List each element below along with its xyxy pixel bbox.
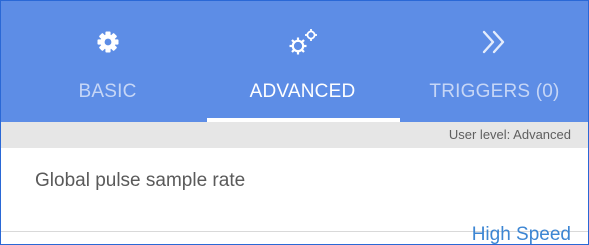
gear-icon bbox=[97, 31, 118, 53]
tab-triggers[interactable]: TRIGGERS (0) bbox=[398, 1, 588, 122]
user-level-text: User level: Advanced bbox=[448, 127, 571, 142]
setting-value: High Speed bbox=[471, 224, 571, 245]
user-level-bar: User level: Advanced bbox=[1, 122, 588, 148]
tab-label: BASIC bbox=[78, 81, 137, 102]
app-frame: BASIC ADVANCED TRIGGERS (0) User level: … bbox=[0, 0, 589, 245]
gears-icon bbox=[289, 29, 317, 55]
setting-name: Global pulse sample rate bbox=[35, 170, 246, 191]
tab-label: TRIGGERS (0) bbox=[429, 81, 560, 102]
tab-label: ADVANCED bbox=[249, 81, 356, 102]
setting-row-global-pulse-sample-rate[interactable]: Global pulse sample rate High Speed bbox=[1, 148, 588, 244]
double-chevron-right-icon bbox=[482, 30, 504, 54]
tab-advanced[interactable]: ADVANCED bbox=[206, 1, 399, 122]
tab-basic[interactable]: BASIC bbox=[11, 1, 204, 122]
tab-bar: BASIC ADVANCED TRIGGERS (0) bbox=[1, 1, 588, 122]
